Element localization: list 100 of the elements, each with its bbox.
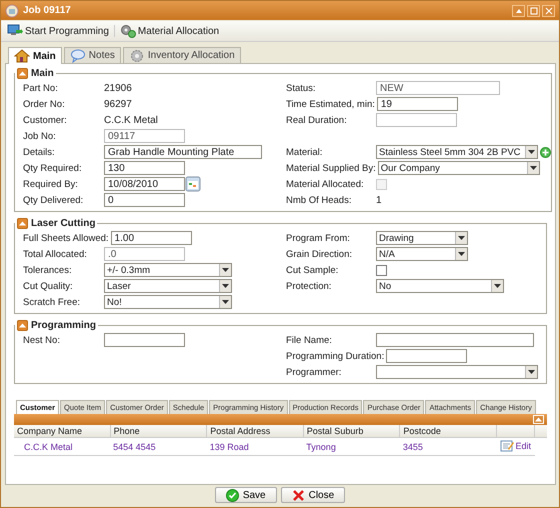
input-field[interactable]: .0: [104, 247, 185, 261]
field-label: Time Estimated, min:: [286, 98, 376, 110]
speech-bubble-icon: [70, 48, 86, 64]
save-button[interactable]: Save: [214, 487, 277, 503]
dropdown[interactable]: +/- 0.3mm: [104, 263, 232, 277]
field-label: Cut Sample:: [286, 264, 340, 276]
input-field[interactable]: 130: [104, 161, 185, 175]
caret-up-icon: [19, 71, 26, 76]
field-label: Grain Direction:: [286, 248, 353, 260]
dropdown[interactable]: N/A: [376, 247, 468, 261]
dropdown-arrow-icon: [528, 370, 535, 374]
checkbox[interactable]: [376, 264, 387, 276]
field-label: Tolerances:: [23, 264, 73, 276]
input-field[interactable]: [386, 349, 468, 363]
dropdown-arrow-icon: [458, 236, 465, 240]
field-label: Required By:: [23, 178, 79, 190]
field-label: Programmer:: [286, 366, 342, 378]
input-field[interactable]: Grab Handle Mounting Plate: [104, 145, 262, 159]
gear-icon: [128, 48, 145, 64]
dropdown[interactable]: No: [376, 279, 504, 293]
section-title: Main: [31, 68, 54, 79]
input-field[interactable]: 19: [376, 97, 458, 111]
field-label: File Name:: [286, 334, 333, 346]
dropdown-arrow-icon: [222, 284, 229, 288]
dropdown[interactable]: [376, 365, 538, 379]
input-field[interactable]: [376, 333, 534, 347]
field-label: Qty Delivered:: [23, 194, 84, 206]
field-label: Status:: [286, 82, 317, 94]
input-field[interactable]: [104, 333, 185, 347]
input-field[interactable]: [376, 113, 457, 127]
field-label: Program From:: [286, 232, 351, 244]
column-header: Postcode: [400, 425, 497, 438]
collapse-button[interactable]: [17, 320, 28, 331]
table-cell: 5454 4545: [110, 438, 207, 456]
toolbar-button[interactable]: Start Programming: [5, 22, 111, 40]
field-label: Nmb Of Heads:: [286, 194, 352, 206]
dropdown-arrow-icon: [222, 300, 229, 304]
home-icon: [14, 48, 30, 64]
dropdown[interactable]: Our Company: [378, 161, 540, 175]
field-label: Material Supplied By:: [286, 162, 377, 174]
field-value: C.C.K Metal: [104, 114, 158, 126]
close-icon: [544, 6, 552, 14]
caret-up-icon: [514, 6, 522, 14]
section-title: Programming: [31, 320, 96, 331]
check-icon: [226, 488, 239, 502]
minimize-button[interactable]: [512, 4, 525, 16]
gear-icon: [120, 23, 136, 39]
tab[interactable]: Main: [8, 47, 62, 64]
field-label: Total Allocated:: [23, 248, 88, 260]
dropdown-arrow-icon: [222, 268, 229, 272]
caret-up-icon: [535, 417, 542, 422]
field-label: Real Duration:: [286, 114, 348, 126]
dropdown-arrow-icon: [528, 150, 535, 154]
field-label: Qty Required:: [23, 162, 83, 174]
field-value: 21906: [104, 82, 132, 94]
input-field[interactable]: 10/08/2010: [104, 177, 185, 191]
field-value: 96297: [104, 98, 132, 110]
close-icon: [292, 488, 305, 502]
calendar-icon: [185, 176, 201, 192]
field-label: Scratch Free:: [23, 296, 82, 308]
input-field[interactable]: 0: [104, 193, 185, 207]
input-field[interactable]: 1.00: [110, 231, 192, 245]
collapse-button[interactable]: [17, 218, 28, 229]
column-header: Postal Address: [206, 425, 304, 438]
close-button[interactable]: Close: [280, 487, 346, 503]
edit-link[interactable]: Edit: [500, 439, 532, 452]
square-icon: [530, 6, 538, 14]
dropdown[interactable]: Drawing: [376, 231, 468, 245]
window-title: Job 09117: [23, 5, 72, 16]
field-label: Part No:: [23, 82, 59, 94]
dropdown-arrow-icon: [458, 252, 465, 256]
restore-button[interactable]: [527, 4, 540, 16]
column-header: Postal Suburb: [303, 425, 400, 438]
collapse-button[interactable]: [17, 68, 28, 79]
dropdown[interactable]: No!: [104, 295, 232, 309]
field-label: Full Sheets Allowed:: [23, 232, 110, 244]
edit-icon: [500, 439, 514, 452]
close-button[interactable]: [542, 4, 555, 16]
caret-up-icon: [19, 221, 26, 226]
dropdown[interactable]: Laser: [104, 279, 232, 293]
input-field[interactable]: NEW: [376, 81, 500, 95]
field-label: Order No:: [23, 98, 66, 110]
field-label: Customer:: [23, 114, 68, 126]
field-value: 1: [376, 194, 382, 206]
table-cell: 3455: [400, 438, 497, 456]
table-cell: 139 Road: [206, 438, 304, 456]
dropdown-arrow-icon: [530, 166, 537, 170]
table-cell: C.C.K Metal: [14, 438, 110, 456]
field-label: Job No:: [23, 130, 57, 142]
window-icon: [5, 4, 19, 18]
field-label: Cut Quality:: [23, 280, 74, 292]
field-label: Protection:: [286, 280, 332, 292]
dropdown[interactable]: Stainless Steel 5mm 304 2B PVC: [376, 145, 538, 159]
tab[interactable]: Notes: [64, 47, 121, 63]
field-label: Programming Duration:: [286, 350, 386, 362]
tab[interactable]: Inventory Allocation: [122, 47, 241, 63]
toolbar-button[interactable]: Material Allocation: [118, 22, 222, 40]
dropdown-arrow-icon: [494, 284, 501, 288]
field-label: Material Allocated:: [286, 178, 365, 190]
input-field[interactable]: 09117: [104, 129, 185, 143]
